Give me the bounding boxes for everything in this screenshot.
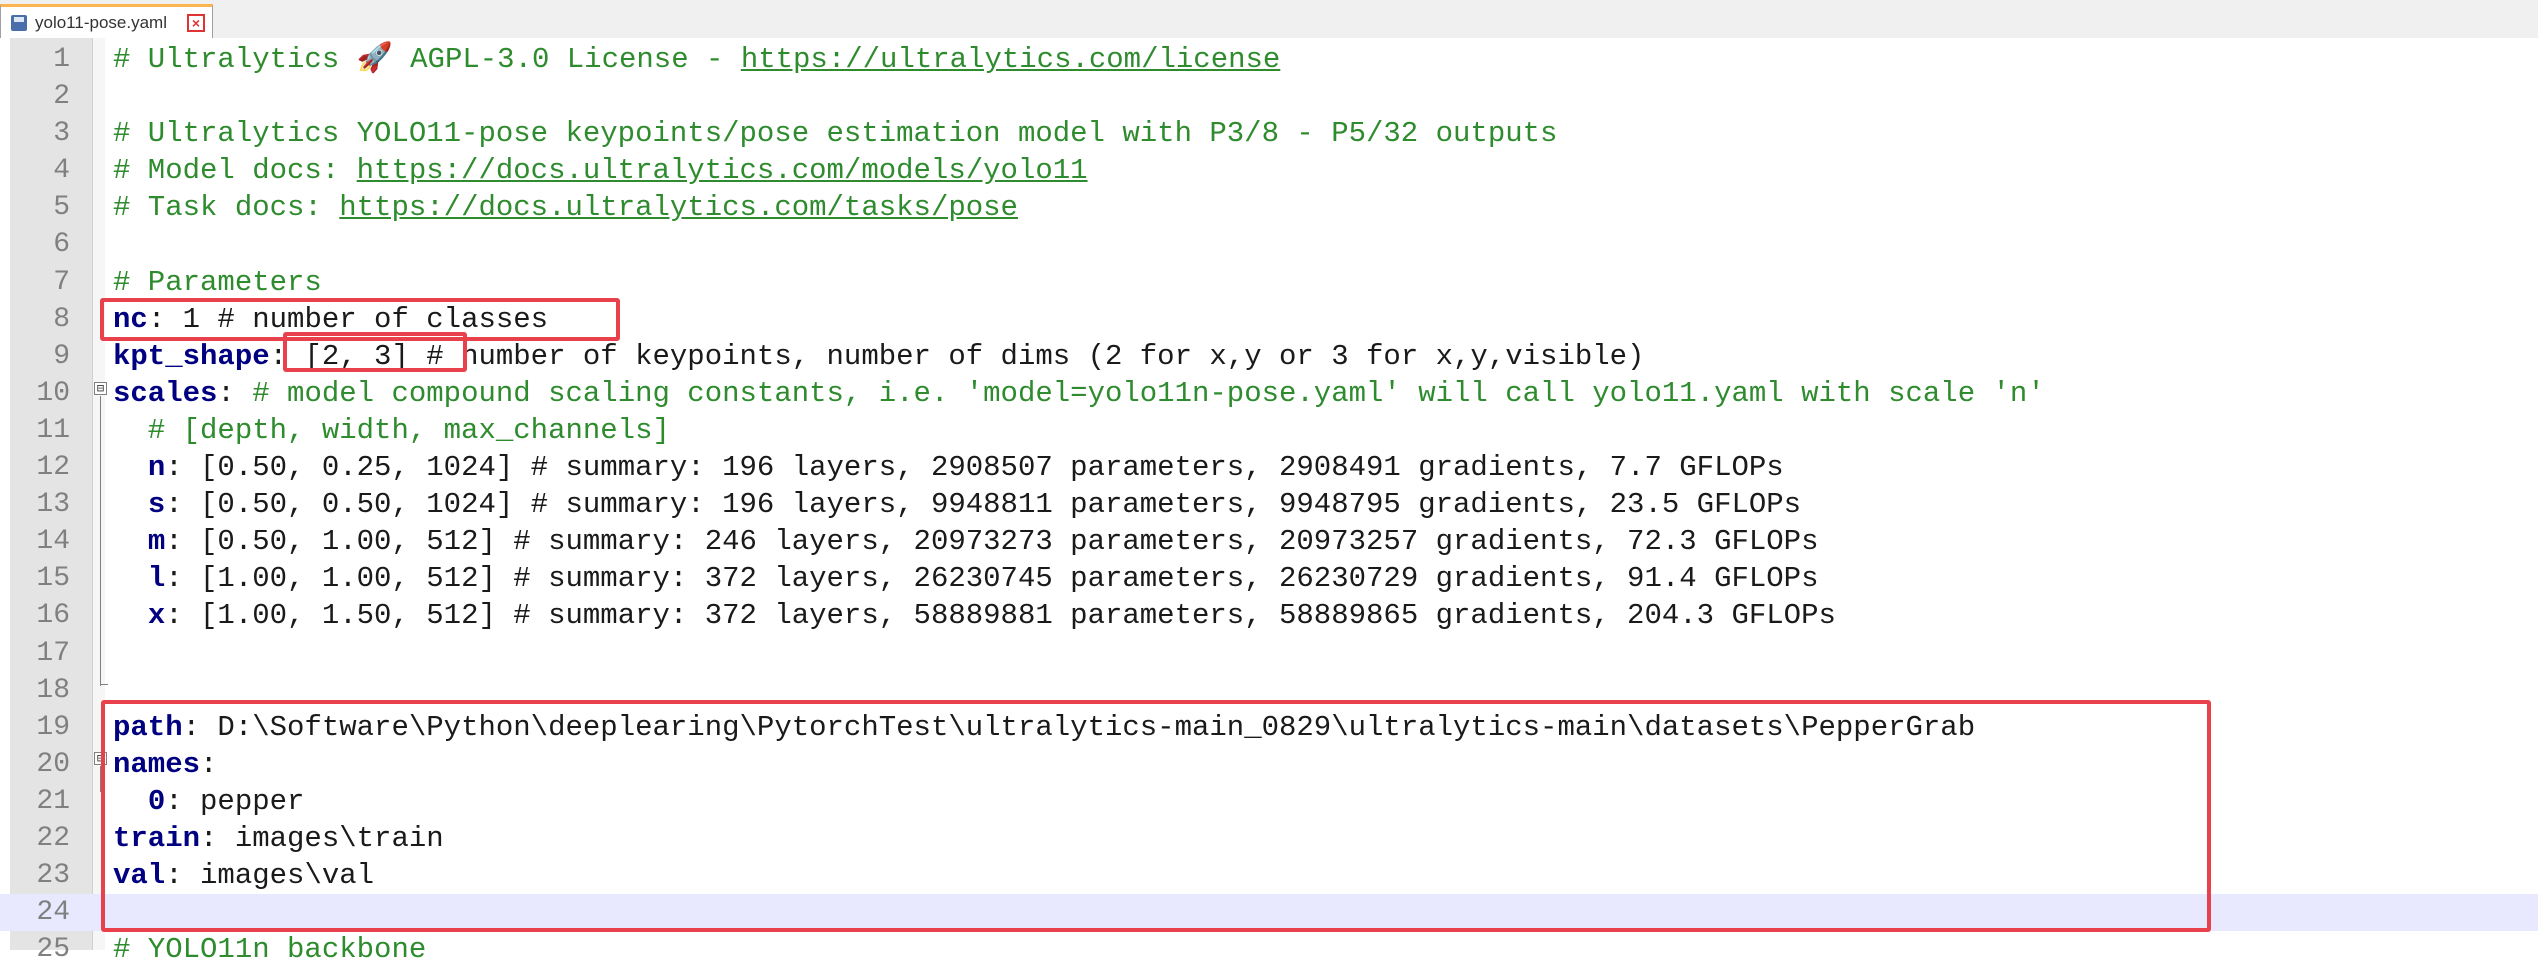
code-text: scales: # model compound scaling constan… [113, 375, 2045, 412]
save-status-icon [11, 14, 27, 31]
code-token: # Model docs: [113, 154, 357, 188]
line-number: 18 [36, 674, 70, 706]
code-text: # Model docs: https://docs.ultralytics.c… [113, 152, 1088, 189]
code-token: n [147, 451, 166, 485]
fold-guide-end [100, 684, 108, 685]
code-line[interactable]: 4 # Model docs: https://docs.ultralytics.… [0, 152, 2538, 189]
code-token: x [147, 599, 166, 633]
code-line[interactable]: 14 m: [0.50, 1.00, 512] # summary: 246 l… [0, 523, 2538, 560]
line-number: 15 [36, 563, 70, 595]
tab-label: yolo11-pose.yaml [35, 12, 167, 32]
code-line[interactable]: 13 s: [0.50, 0.50, 1024] # summary: 196 … [0, 486, 2538, 523]
line-number: 19 [36, 711, 70, 743]
code-line[interactable]: 10 scales: # model compound scaling const… [0, 375, 2538, 412]
line-number: 4 [53, 155, 70, 187]
close-icon[interactable]: × [187, 13, 205, 32]
code-token: # Task docs: [113, 191, 340, 225]
highlight-dataset-config [101, 700, 2211, 932]
code-line[interactable]: 1 # Ultralytics 🚀 AGPL-3.0 License - http… [0, 41, 2538, 78]
code-line[interactable]: 3 # Ultralytics YOLO11-pose keypoints/pos… [0, 115, 2538, 152]
code-text: # Ultralytics 🚀 AGPL-3.0 License - https… [113, 41, 1280, 78]
code-link[interactable]: https://docs.ultralytics.com/tasks/pose [339, 191, 1018, 224]
code-token: : [0.50, 0.50, 1024] # summary: 196 laye… [165, 488, 1802, 522]
line-number: 14 [36, 526, 70, 558]
highlight-kpt-shape [283, 332, 467, 372]
code-line[interactable]: 7 # Parameters [0, 264, 2538, 301]
code-token: s [147, 488, 166, 522]
code-token: kpt_shape [113, 339, 270, 373]
code-token: # Ultralytics YOLO11-pose keypoints/pose… [113, 117, 1558, 151]
line-number: 6 [53, 229, 70, 261]
code-line[interactable]: 2 [0, 78, 2538, 115]
code-text: x: [1.00, 1.50, 512] # summary: 372 laye… [113, 597, 1836, 634]
code-token: # Parameters [113, 265, 322, 299]
code-text: m: [0.50, 1.00, 512] # summary: 246 laye… [113, 523, 1819, 560]
code-text: s: [0.50, 0.50, 1024] # summary: 196 lay… [113, 486, 1801, 523]
code-text: # Parameters [113, 264, 322, 301]
code-token: # [depth, width, max_channels] [113, 413, 670, 447]
line-number: 8 [53, 303, 70, 335]
line-number: 12 [36, 452, 70, 484]
fold-guide [100, 396, 101, 686]
code-token: : [0.50, 1.00, 512] # summary: 246 layer… [165, 525, 1819, 559]
code-line[interactable]: 16 x: [1.00, 1.50, 512] # summary: 372 l… [0, 597, 2538, 634]
line-number: 3 [53, 118, 70, 150]
code-link[interactable]: https://ultralytics.com/license [741, 43, 1281, 76]
line-number: 17 [36, 637, 70, 669]
code-text: n: [0.50, 0.25, 1024] # summary: 196 lay… [113, 449, 1784, 486]
code-token: # model compound scaling constants, i.e.… [252, 376, 2045, 410]
code-token: : [0.50, 0.25, 1024] # summary: 196 laye… [165, 451, 1784, 485]
line-number: 23 [36, 860, 70, 892]
line-number: 10 [36, 377, 70, 409]
line-number: 1 [53, 44, 70, 75]
code-text: # [depth, width, max_channels] [113, 412, 670, 449]
code-token: l [147, 562, 166, 596]
code-token: scales [113, 376, 218, 410]
code-text: # Ultralytics YOLO11-pose keypoints/pose… [113, 115, 1557, 152]
code-line[interactable]: 17 [0, 635, 2538, 672]
code-token: : [2, 3] # number of keypoints, number o… [269, 339, 1645, 373]
line-number: 21 [36, 785, 70, 817]
code-line[interactable]: 6 [0, 226, 2538, 263]
line-number: 11 [36, 414, 70, 446]
line-number: 5 [53, 192, 70, 224]
tab-yolo11-pose[interactable]: yolo11-pose.yaml × [0, 4, 213, 38]
code-text: # Task docs: https://docs.ultralytics.co… [113, 189, 1018, 226]
code-text: l: [1.00, 1.00, 512] # summary: 372 laye… [113, 560, 1819, 597]
code-token: : [217, 376, 253, 410]
code-line[interactable]: 12 n: [0.50, 0.25, 1024] # summary: 196 … [0, 449, 2538, 486]
code-token: : [1.00, 1.00, 512] # summary: 372 layer… [165, 562, 1819, 596]
line-number: 20 [36, 748, 70, 780]
line-number: 24 [36, 897, 70, 929]
line-number: 13 [36, 489, 70, 521]
line-number: 2 [53, 81, 70, 113]
code-line[interactable]: 11 # [depth, width, max_channels] [0, 412, 2538, 449]
line-number: 16 [36, 600, 70, 632]
code-line[interactable]: 5 # Task docs: https://docs.ultralytics.c… [0, 189, 2538, 226]
code-token: # Ultralytics 🚀 AGPL-3.0 License - [113, 43, 741, 76]
line-number: 22 [36, 822, 70, 854]
code-token: : [1.00, 1.50, 512] # summary: 372 layer… [165, 599, 1836, 633]
fold-toggle-icon[interactable]: ⊟ [94, 382, 107, 395]
tab-bar: yolo11-pose.yaml × [0, 0, 2538, 39]
code-link[interactable]: https://docs.ultralytics.com/models/yolo… [357, 154, 1088, 187]
code-token: m [147, 525, 166, 559]
code-line[interactable]: 15 l: [1.00, 1.00, 512] # summary: 372 l… [0, 560, 2538, 597]
line-number: 9 [53, 340, 70, 372]
line-number: 7 [53, 266, 70, 298]
code-editor[interactable]: 1 # Ultralytics 🚀 AGPL-3.0 License - http… [0, 38, 2538, 966]
